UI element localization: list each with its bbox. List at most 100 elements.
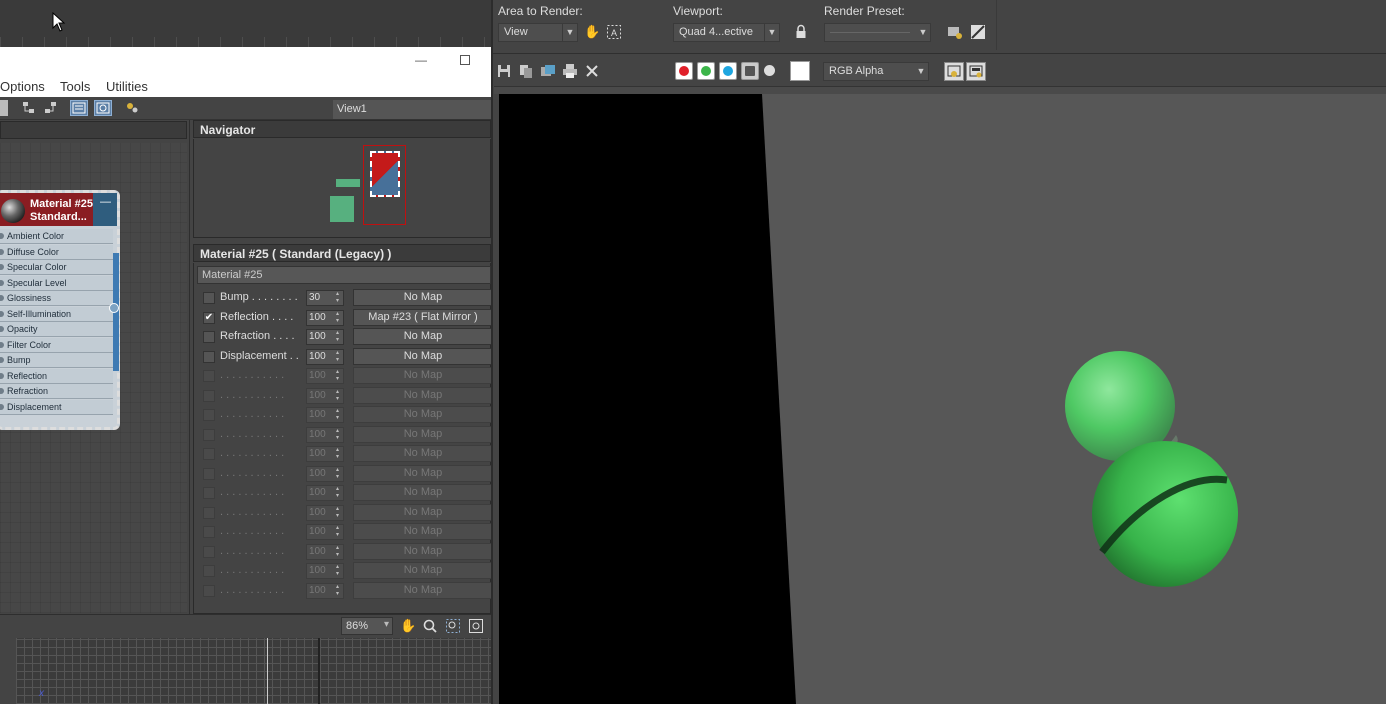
map-enable-checkbox[interactable] [203,331,215,343]
map-enable-checkbox[interactable] [203,468,215,480]
map-assign-button[interactable]: No Map [353,465,493,482]
map-assign-button[interactable]: No Map [353,426,493,443]
red-channel-toggle[interactable] [675,62,693,80]
zoom-region-icon[interactable] [445,618,461,634]
viewport-select[interactable]: Quad 4...ective ▼ [673,23,780,42]
map-enable-checkbox[interactable] [203,429,215,441]
node-slot-displacement[interactable]: Displacement [0,400,113,415]
map-assign-button[interactable]: No Map [353,289,493,306]
node-slot-self-illumination[interactable]: Self-Illumination [0,307,113,322]
toggle-ui-overlays-icon[interactable] [944,62,964,81]
node-collapse-button[interactable]: — [100,196,111,208]
material-name-field[interactable]: Material #25 [197,266,491,284]
browser-search-field[interactable] [0,121,187,139]
alpha-channel-toggle[interactable] [741,62,759,80]
map-amount-spinner[interactable]: 100 [306,466,344,482]
node-slot-ambient-color[interactable]: Ambient Color [0,229,113,244]
map-amount-spinner[interactable]: 100 [306,544,344,560]
map-amount-spinner[interactable]: 100 [306,583,344,599]
minimize-button[interactable]: — [414,53,428,67]
menu-options[interactable]: Options [0,79,45,94]
map-enable-checkbox[interactable] [203,565,215,577]
zoom-extents-icon[interactable] [468,618,484,634]
print-icon[interactable] [562,63,578,79]
map-amount-spinner[interactable]: 30 [306,290,344,306]
map-assign-button[interactable]: No Map [353,367,493,384]
map-amount-spinner[interactable]: 100 [306,505,344,521]
node-slot-reflection[interactable]: Reflection [0,369,113,384]
map-assign-button[interactable]: No Map [353,562,493,579]
layout-children-icon[interactable] [42,100,60,116]
display-channel-select[interactable]: RGB Alpha ▼ [823,62,929,81]
lock-icon[interactable] [793,24,809,40]
rendered-image[interactable] [499,94,1386,704]
view-tab[interactable]: View1 [333,100,491,119]
node-slot-diffuse-color[interactable]: Diffuse Color [0,245,113,260]
map-enable-checkbox[interactable] [203,370,215,382]
clone-window-icon[interactable] [540,63,556,79]
map-amount-spinner[interactable]: 100 [306,427,344,443]
blue-channel-toggle[interactable] [719,62,737,80]
render-preset-select[interactable]: ▼ [824,23,931,42]
node-slot-filter-color[interactable]: Filter Color [0,338,113,353]
menu-tools[interactable]: Tools [60,79,90,94]
pan-hand-icon[interactable]: ✋ [400,618,416,634]
material-map-browser-icon[interactable] [124,100,142,116]
color-swatch[interactable] [790,61,810,81]
maximize-button[interactable] [460,55,470,65]
clear-icon[interactable] [584,63,600,79]
node-slot-specular-level[interactable]: Specular Level [0,276,113,291]
map-amount-spinner[interactable]: 100 [306,524,344,540]
toolbar-edge-icon[interactable] [0,100,8,116]
map-enable-checkbox[interactable] [203,448,215,460]
map-enable-checkbox[interactable] [203,487,215,499]
node-header[interactable]: Material #25 Standard... — [0,193,117,226]
render-setup-icon[interactable] [947,24,963,40]
environment-effects-icon[interactable] [970,24,986,40]
node-slot-specular-color[interactable]: Specular Color [0,260,113,275]
map-enable-checkbox[interactable] [203,546,215,558]
map-enable-checkbox[interactable]: ✔ [203,312,215,324]
map-enable-checkbox[interactable] [203,351,215,363]
toggle-ui-icon[interactable] [966,62,986,81]
edit-region-icon[interactable]: ✋ [584,24,600,40]
map-amount-spinner[interactable]: 100 [306,310,344,326]
map-assign-button[interactable]: No Map [353,484,493,501]
map-assign-button[interactable]: No Map [353,406,493,423]
map-enable-checkbox[interactable] [203,390,215,402]
node-output-socket[interactable] [109,303,119,313]
map-amount-spinner[interactable]: 100 [306,563,344,579]
node-slot-opacity[interactable]: Opacity [0,322,113,337]
navigator-toggle-icon[interactable] [70,100,88,116]
map-assign-button[interactable]: No Map [353,582,493,599]
map-amount-spinner[interactable]: 100 [306,368,344,384]
node-slot-bump[interactable]: Bump [0,353,113,368]
map-enable-checkbox[interactable] [203,507,215,519]
navigator-panel[interactable] [193,139,491,238]
green-channel-toggle[interactable] [697,62,715,80]
map-assign-button[interactable]: No Map [353,523,493,540]
map-amount-spinner[interactable]: 100 [306,446,344,462]
map-enable-checkbox[interactable] [203,526,215,538]
map-enable-checkbox[interactable] [203,292,215,304]
map-amount-spinner[interactable]: 100 [306,407,344,423]
parameter-editor-toggle-icon[interactable] [94,100,112,116]
map-assign-button[interactable]: No Map [353,543,493,560]
map-enable-checkbox[interactable] [203,585,215,597]
layout-icon[interactable] [20,100,38,116]
map-amount-spinner[interactable]: 100 [306,349,344,365]
area-to-render-select[interactable]: View ▼ [498,23,578,42]
map-enable-checkbox[interactable] [203,409,215,421]
save-image-icon[interactable] [496,63,512,79]
map-amount-spinner[interactable]: 100 [306,485,344,501]
map-assign-button[interactable]: No Map [353,504,493,521]
auto-region-icon[interactable]: A [606,24,622,40]
map-assign-button[interactable]: Map #23 ( Flat Mirror ) [353,309,493,326]
map-amount-spinner[interactable]: 100 [306,329,344,345]
map-assign-button[interactable]: No Map [353,445,493,462]
copy-image-icon[interactable] [518,63,534,79]
map-assign-button[interactable]: No Map [353,348,493,365]
zoom-select[interactable]: 86% [341,617,393,635]
node-slot-refraction[interactable]: Refraction [0,384,113,399]
monochrome-toggle[interactable] [764,65,775,76]
